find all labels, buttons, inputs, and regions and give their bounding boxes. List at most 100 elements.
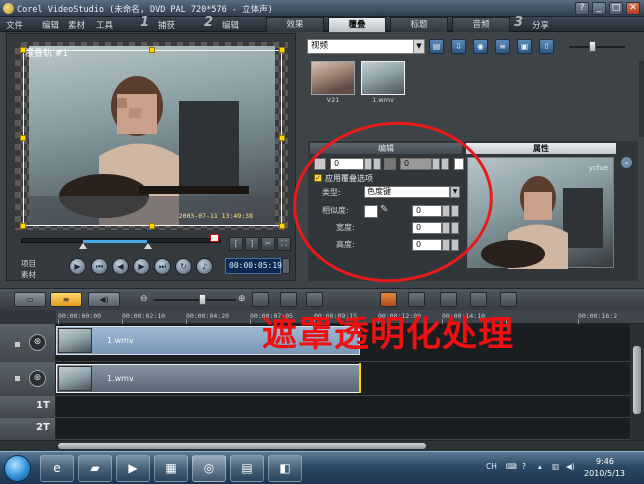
library-item[interactable]: V21	[311, 61, 355, 107]
library-item[interactable]: 1.wmv	[361, 61, 405, 107]
mode-clip[interactable]: 素材	[21, 269, 36, 280]
resize-handle[interactable]	[279, 135, 285, 141]
resize-handle[interactable]	[279, 223, 285, 229]
sort-icon[interactable]: ≡	[495, 39, 510, 54]
audio-view-icon[interactable]: ◀)	[88, 292, 120, 307]
menu-edit[interactable]: 编辑	[42, 19, 59, 31]
export-icon[interactable]: ⇧	[539, 39, 554, 54]
media-player-icon[interactable]: ▶	[116, 455, 150, 482]
timeline-zoom-knob[interactable]	[199, 294, 206, 305]
internet-explorer-icon[interactable]: e	[40, 455, 74, 482]
overlay-bounding-box[interactable]	[23, 50, 282, 226]
library-category-select[interactable]: 视频 ▼	[307, 39, 425, 54]
clock-date[interactable]: 2010/5/13	[584, 469, 625, 478]
folder-icon[interactable]: ▤	[429, 39, 444, 54]
track-toggle-icon[interactable]	[14, 375, 21, 382]
preview-window: 2003-07-11 13:49:38 覆叠轨 #1	[15, 42, 288, 230]
play-icon[interactable]: ▶	[69, 258, 86, 275]
chevron-down-icon[interactable]: ▼	[413, 40, 424, 53]
auto-music-icon[interactable]	[470, 292, 487, 307]
trim-start-marker[interactable]	[79, 243, 87, 249]
thumbnail-size-slider-knob[interactable]	[589, 41, 596, 52]
clock-time[interactable]: 9:46	[596, 457, 614, 466]
clip-thumbnail	[58, 366, 92, 391]
resize-handle[interactable]	[149, 223, 155, 229]
step-edit[interactable]: 2 编辑	[204, 15, 266, 32]
next-frame-icon[interactable]: ▶	[133, 258, 150, 275]
close-button[interactable]: ✕	[626, 2, 640, 15]
timecode-display[interactable]: 00:00:05:19	[225, 258, 282, 274]
record-icon[interactable]	[380, 292, 397, 307]
thumbnail-size-slider[interactable]	[569, 46, 625, 48]
tab-title[interactable]: 标题	[390, 17, 448, 32]
chevron-down-icon[interactable]: ⌄	[621, 157, 632, 168]
trim-end-marker[interactable]	[144, 243, 152, 249]
previous-frame-icon[interactable]: ◀	[112, 258, 129, 275]
fit-project-icon[interactable]	[252, 292, 269, 307]
resize-handle[interactable]	[279, 47, 285, 53]
step-number: 1	[140, 15, 150, 30]
zoom-in-icon[interactable]: ⊕	[238, 294, 246, 304]
resize-handle[interactable]	[20, 135, 26, 141]
vertical-scroll-thumb[interactable]	[633, 346, 641, 414]
home-icon[interactable]: ⏮	[91, 258, 108, 275]
import-icon[interactable]: ⇩	[451, 39, 466, 54]
timecode-spinner[interactable]	[282, 258, 290, 274]
cut-clip-button[interactable]: ✂	[261, 237, 275, 251]
capture-icon[interactable]: ◉	[473, 39, 488, 54]
storyboard-view-icon[interactable]: ▭	[14, 292, 46, 307]
insert-media-icon[interactable]	[280, 292, 297, 307]
tab-audio[interactable]: 音频	[452, 17, 510, 32]
taskbar-app-icon[interactable]: ◧	[268, 455, 302, 482]
mix-icon[interactable]	[440, 292, 457, 307]
timeline-vertical-scrollbar[interactable]	[630, 324, 644, 440]
keyboard-icon[interactable]: ⌨	[506, 462, 517, 471]
smart-proxy-icon[interactable]	[408, 292, 425, 307]
videostudio-taskbar-icon[interactable]: ◎	[192, 455, 226, 482]
help-button[interactable]: ?	[575, 2, 589, 15]
menu-tools[interactable]: 工具	[96, 19, 113, 31]
zoom-out-icon[interactable]: ⊖	[140, 294, 148, 304]
minimize-button[interactable]: _	[592, 2, 606, 15]
taskbar-app-icon[interactable]: ▦	[154, 455, 188, 482]
title-track-header: 1T	[0, 396, 56, 417]
menu-file[interactable]: 文件	[6, 19, 23, 31]
horizontal-scroll-thumb[interactable]	[58, 443, 426, 449]
chapter-icon[interactable]	[500, 292, 517, 307]
overlay-clip[interactable]: 1.wmv	[56, 364, 360, 393]
mark-in-button[interactable]: [	[229, 237, 243, 251]
expand-preview-button[interactable]: ⛶	[277, 237, 291, 251]
tab-effects[interactable]: 效果	[266, 17, 324, 32]
tray-expand-icon[interactable]: ▴	[538, 462, 542, 471]
maximize-button[interactable]: □	[609, 2, 623, 15]
library-manager-icon[interactable]: ▣	[517, 39, 532, 54]
volume-icon[interactable]: ♪	[196, 258, 213, 275]
scrub-head[interactable]	[210, 234, 219, 242]
library-scrollbar[interactable]	[639, 61, 644, 137]
end-icon[interactable]: ⏭	[154, 258, 171, 275]
start-button[interactable]	[4, 455, 31, 482]
undo-icon[interactable]	[306, 292, 323, 307]
track-toggle-icon[interactable]	[14, 341, 21, 348]
resize-handle[interactable]	[20, 223, 26, 229]
step-capture[interactable]: 1 捕获	[140, 15, 202, 32]
help-icon[interactable]: ?	[522, 462, 526, 471]
mode-project[interactable]: 项目	[21, 258, 36, 269]
menu-clip[interactable]: 素材	[68, 19, 85, 31]
volume-tray-icon[interactable]: ◀)	[566, 462, 575, 471]
file-explorer-icon[interactable]: ▰	[78, 455, 112, 482]
mark-out-button[interactable]: ]	[245, 237, 259, 251]
language-indicator[interactable]: CH	[486, 462, 497, 471]
repeat-icon[interactable]: ↻	[175, 258, 192, 275]
thumbnail-label: 1.wmv	[372, 96, 394, 104]
timeline-view-icon[interactable]: ≡	[50, 292, 82, 307]
timeline-horizontal-scrollbar[interactable]	[0, 440, 644, 451]
timeline-zoom-slider[interactable]	[154, 299, 236, 301]
tab-overlay[interactable]: 覆叠	[328, 17, 386, 32]
taskbar-app-icon[interactable]: ▤	[230, 455, 264, 482]
tab-attributes[interactable]: 属性	[466, 143, 616, 154]
network-icon[interactable]: ▥	[552, 462, 559, 471]
resize-handle[interactable]	[149, 47, 155, 53]
overlay-clip-end-marker[interactable]	[359, 363, 361, 393]
step-share[interactable]: 3 分享	[514, 15, 576, 32]
